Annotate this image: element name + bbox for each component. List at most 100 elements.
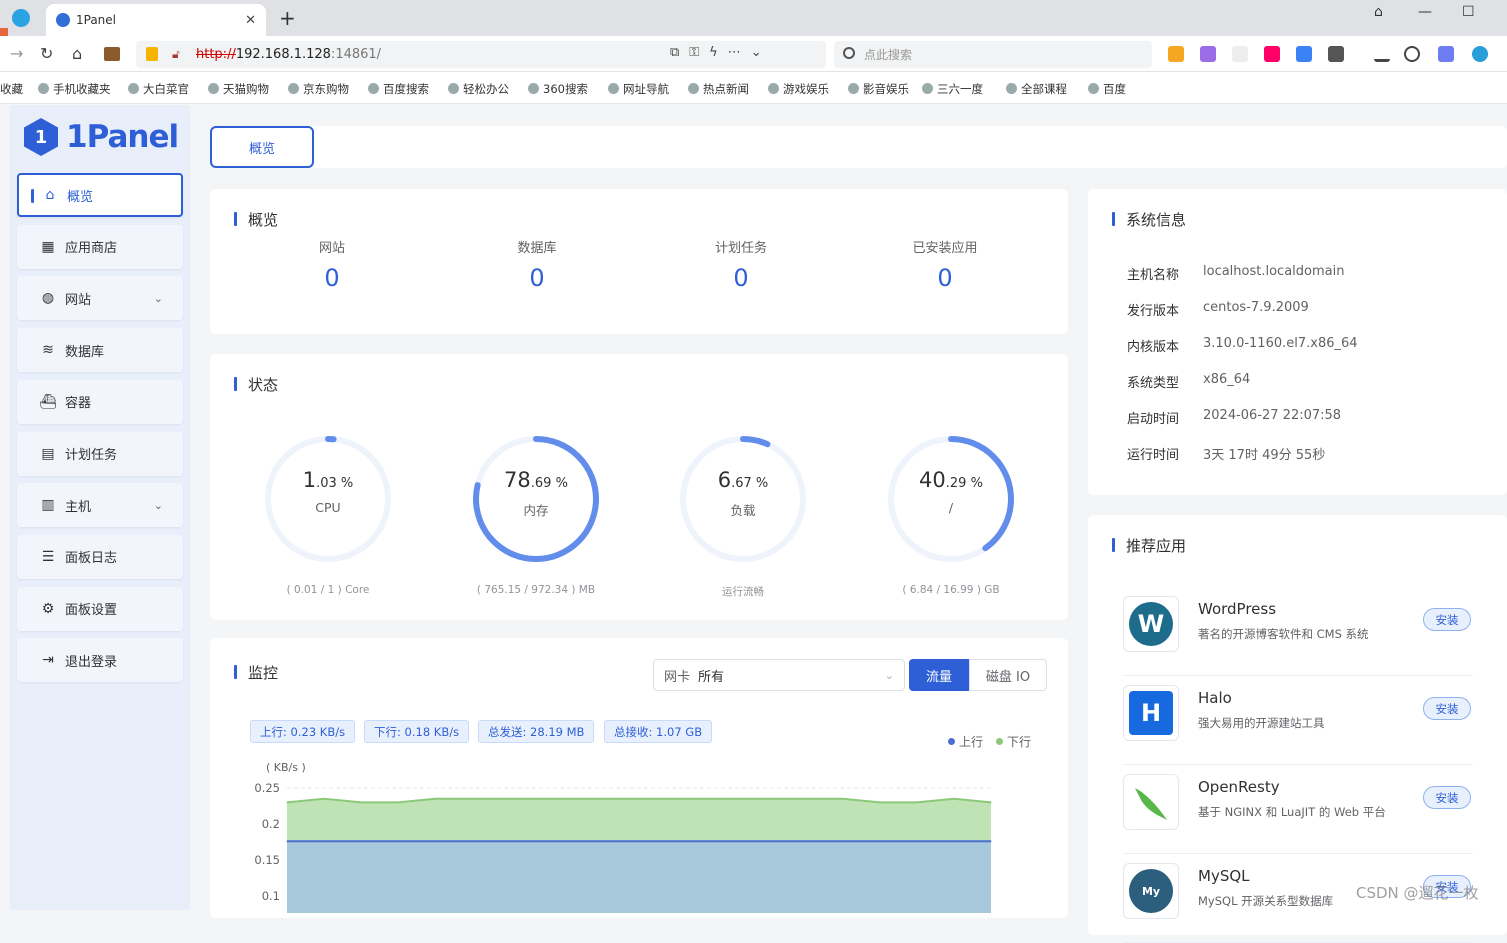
- browser-tab[interactable]: 1Panel ✕: [46, 4, 266, 36]
- gauge-footnote: ( 0.01 / 1 ) Core: [286, 584, 370, 596]
- monitor-title: 监控: [234, 662, 278, 683]
- bookmark-item[interactable]: 360搜索: [528, 81, 588, 97]
- grid-icon: ▦: [41, 238, 55, 255]
- disk-io-button[interactable]: 磁盘 IO: [969, 659, 1047, 691]
- bookmark-icon: [38, 83, 49, 94]
- app-row[interactable]: My MySQL MySQL 开源关系型数据库 安装: [1123, 863, 1473, 943]
- sysinfo-value: x86_64: [1203, 372, 1251, 387]
- tab-overview[interactable]: 概览: [210, 126, 314, 168]
- new-tab-icon[interactable]: +: [279, 6, 296, 30]
- bookmark-icon: [608, 83, 619, 94]
- bookmark-item[interactable]: 大白菜官: [128, 81, 189, 97]
- sysinfo-key: 启动时间: [1127, 412, 1180, 427]
- forward-icon[interactable]: →: [10, 44, 23, 63]
- undo-icon[interactable]: [1404, 46, 1420, 62]
- traffic-chart: ( KB/s ) 0.25 0.2 0.15 0.1: [254, 761, 992, 913]
- bookmark-item[interactable]: 全部课程: [1006, 81, 1067, 97]
- sidebar-item-7[interactable]: ☰ 面板日志: [17, 534, 183, 579]
- overview-stat[interactable]: 计划任务 0: [671, 237, 811, 292]
- sysinfo-row: 运行时间 3天 17时 49分 55秒: [1127, 444, 1325, 463]
- url-port: :14861/: [330, 47, 382, 62]
- install-button[interactable]: 安装: [1423, 608, 1471, 631]
- traffic-button[interactable]: 流量: [909, 659, 969, 691]
- series-up-point: [953, 840, 955, 842]
- bookmark-item[interactable]: 手机收藏夹: [38, 81, 111, 97]
- bookmark-item[interactable]: 网址导航: [608, 81, 669, 97]
- sidebar-item-1[interactable]: ▦ 应用商店: [17, 224, 183, 269]
- bookmark-label: 三六一度: [937, 82, 983, 96]
- maximize-icon[interactable]: ☐: [1462, 4, 1475, 20]
- bookmark-item[interactable]: 游戏娱乐: [768, 81, 829, 97]
- overview-stat-label: 计划任务: [714, 241, 767, 256]
- install-button[interactable]: 安装: [1423, 786, 1471, 809]
- bookmark-item[interactable]: 三六一度: [922, 81, 983, 97]
- sidebar-item-3[interactable]: ≋ 数据库: [17, 328, 183, 373]
- tab-close-icon[interactable]: ✕: [245, 13, 256, 28]
- series-up-point: [471, 840, 473, 842]
- url-tools[interactable]: ⧉⚿ϟ⋯⌄: [670, 45, 772, 60]
- bookmark-item[interactable]: 影音娱乐: [848, 81, 909, 97]
- sidebar-item-label: 概览: [67, 189, 94, 205]
- sysinfo-value: 2024-06-27 22:07:58: [1203, 408, 1342, 423]
- legend-down-dot-icon: [996, 738, 1003, 745]
- extension-translate-icon[interactable]: [1200, 46, 1216, 62]
- status-card: 状态 1.03 % CPU( 0.01 / 1 ) Core 78.69 % 内存( …: [210, 354, 1068, 620]
- series-down-point: [842, 798, 844, 800]
- extension-game-icon[interactable]: [1264, 46, 1280, 62]
- gauge-name: /: [948, 500, 954, 515]
- app-row[interactable]: W WordPress 著名的开源博客软件和 CMS 系统 安装: [1123, 596, 1473, 676]
- extension-shield-icon[interactable]: [1168, 46, 1184, 62]
- extension-puzzle-icon[interactable]: [1328, 46, 1344, 62]
- sysinfo-value: 3天 17时 49分 55秒: [1203, 448, 1326, 463]
- minimize-icon[interactable]: —: [1418, 4, 1432, 20]
- extension-scissors-icon[interactable]: [1232, 46, 1248, 62]
- overview-stat[interactable]: 数据库 0: [467, 237, 607, 292]
- sidebar-item-9[interactable]: ⇥ 退出登录: [17, 638, 183, 683]
- ai-icon[interactable]: [1438, 46, 1454, 62]
- install-button[interactable]: 安装: [1423, 697, 1471, 720]
- openresty-icon: [1123, 774, 1179, 830]
- app-row[interactable]: OpenResty 基于 NGINX 和 LuaJIT 的 Web 平台 安装: [1123, 774, 1473, 854]
- bookmark-label: 轻松办公: [463, 82, 509, 96]
- app-row[interactable]: H Halo 强大易用的开源建站工具 安装: [1123, 685, 1473, 765]
- home-button-icon[interactable]: ⌂: [72, 44, 82, 63]
- briefcase-icon[interactable]: [104, 47, 120, 61]
- tab-favicon-icon: [56, 13, 70, 27]
- bookmark-icon: [288, 83, 299, 94]
- status-gauge: 78.69 % 内存( 765.15 / 972.34 ) MB: [471, 434, 601, 596]
- sidebar-item-2[interactable]: ◍ 网站 ⌄: [17, 276, 183, 321]
- gear-icon: ⚙: [41, 600, 55, 617]
- sidebar-item-4[interactable]: ⛴ 容器: [17, 379, 183, 424]
- overview-stat[interactable]: 网站 0: [262, 237, 402, 292]
- sidebar-item-5[interactable]: ▤ 计划任务: [17, 431, 183, 476]
- extension-search-icon[interactable]: [1296, 46, 1312, 62]
- logo-text: 1Panel: [66, 119, 179, 155]
- gauge-footnote: ( 765.15 / 972.34 ) MB: [476, 584, 596, 596]
- sidebar-item-0[interactable]: ⌂ 概览: [17, 173, 183, 217]
- bookmark-item[interactable]: 天猫购物: [208, 81, 269, 97]
- docker-icon: ⛴: [39, 393, 57, 410]
- browser-tabbar: 1Panel ✕ + ⌂ — ☐: [0, 0, 1507, 36]
- sysinfo-row: 发行版本 centos-7.9.2009: [1127, 300, 1309, 319]
- sysinfo-key: 发行版本: [1127, 304, 1180, 319]
- bookmark-item[interactable]: 轻松办公: [448, 81, 509, 97]
- bookmark-item[interactable]: 百度: [1088, 81, 1126, 97]
- bookmark-item[interactable]: 收藏: [0, 81, 23, 97]
- browser-menu-icon[interactable]: [1472, 46, 1488, 62]
- nic-select[interactable]: 网卡 所有 ⌄: [653, 659, 905, 691]
- sidebar-item-6[interactable]: ▥ 主机 ⌄: [17, 483, 183, 528]
- nic-value: 所有: [698, 669, 725, 685]
- bookmark-item[interactable]: 京东购物: [288, 81, 349, 97]
- reload-icon[interactable]: ↻: [40, 44, 53, 63]
- search-input[interactable]: 点此搜索: [834, 41, 1152, 68]
- download-icon[interactable]: [1374, 46, 1390, 62]
- app-name: OpenResty: [1198, 778, 1280, 796]
- shirt-icon[interactable]: ⌂: [1374, 4, 1383, 20]
- telegram-icon[interactable]: [12, 9, 30, 27]
- overview-stat-value: 0: [529, 264, 545, 292]
- halo-icon: H: [1123, 685, 1179, 741]
- sidebar-item-8[interactable]: ⚙ 面板设置: [17, 586, 183, 631]
- overview-stat[interactable]: 已安装应用 0: [875, 237, 1015, 292]
- bookmark-item[interactable]: 百度搜索: [368, 81, 429, 97]
- bookmark-item[interactable]: 热点新闻: [688, 81, 749, 97]
